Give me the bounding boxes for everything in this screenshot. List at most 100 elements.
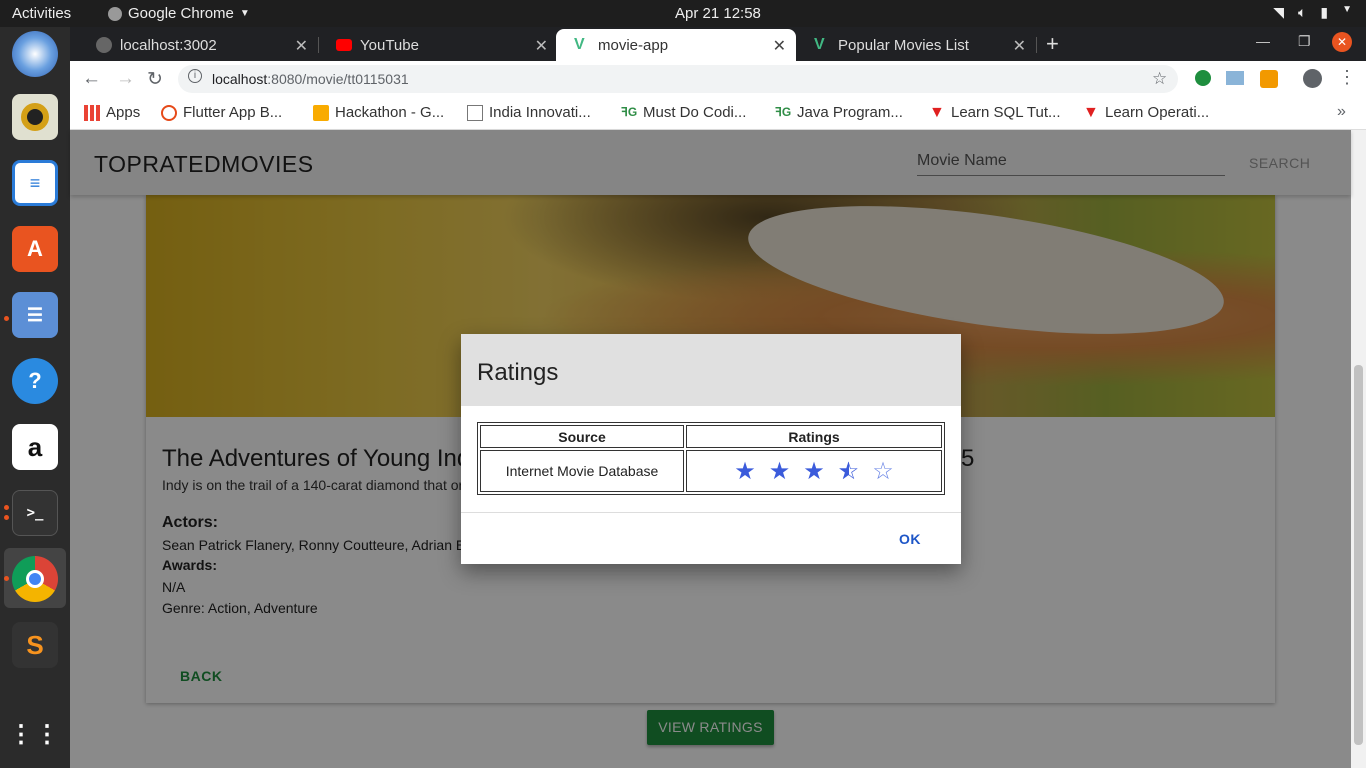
dialog-header: Ratings	[461, 334, 961, 406]
running-indicator	[4, 316, 9, 321]
tab-strip: localhost:3002 ✕ YouTube ✕ V movie-app ✕…	[70, 27, 1366, 61]
rhythmbox-icon[interactable]	[12, 94, 58, 140]
address-bar[interactable]: localhost:8080/movie/tt0115031	[178, 65, 1178, 93]
url-host: localhost	[212, 71, 268, 87]
extension-icon[interactable]	[1260, 70, 1278, 88]
tab-popular-movies[interactable]: V Popular Movies List ✕	[796, 29, 1036, 61]
star-rating[interactable]: ★ ★ ★ ★☆ ☆	[687, 457, 941, 486]
vue-icon: V	[574, 36, 585, 53]
window-close-button[interactable]: ✕	[1332, 32, 1352, 52]
minimize-button[interactable]: —	[1256, 33, 1270, 49]
dialog-title: Ratings	[477, 359, 559, 386]
star-empty-icon[interactable]: ☆	[872, 457, 894, 486]
bookmark-label: Apps	[106, 104, 141, 121]
page-content: TOPRATEDMOVIES SEARCH The Adventures of …	[70, 130, 1351, 768]
running-indicator	[4, 515, 9, 520]
bookmark-label: Learn SQL Tut...	[951, 104, 1061, 121]
column-header-ratings: Ratings	[686, 425, 942, 448]
tab-youtube[interactable]: YouTube ✕	[318, 29, 558, 61]
folder-icon	[313, 104, 329, 121]
help-icon[interactable]: ?	[12, 358, 58, 404]
caret-down-icon: ▼	[239, 8, 250, 19]
bookmark-item[interactable]: Hackathon - G...	[313, 104, 444, 121]
activities-button[interactable]: Activities	[12, 5, 71, 22]
bookmark-favicon-icon	[161, 104, 177, 121]
star-full-icon[interactable]: ★	[769, 457, 791, 486]
os-top-bar: Activities Google Chrome ▼ Apr 21 12:58 …	[0, 0, 1366, 27]
star-full-icon[interactable]: ★	[803, 457, 825, 486]
bookmark-star-icon[interactable]: ☆	[1152, 69, 1167, 89]
extension-icon[interactable]	[1226, 71, 1244, 85]
tab-label: YouTube	[360, 36, 419, 54]
tab-movie-app[interactable]: V movie-app ✕	[556, 29, 796, 61]
bookmark-label: Flutter App B...	[183, 104, 283, 121]
forward-arrow-icon[interactable]: →	[116, 68, 135, 90]
back-arrow-icon[interactable]: ←	[82, 68, 101, 90]
globe-icon	[96, 37, 112, 53]
star-half-icon[interactable]: ★☆	[838, 457, 860, 486]
reload-icon[interactable]: ↻	[147, 68, 163, 91]
tab-localhost-3002[interactable]: localhost:3002 ✕	[78, 29, 318, 61]
tab-label: localhost:3002	[120, 36, 217, 54]
tab-label: Popular Movies List	[838, 36, 969, 54]
bookmark-label: Hackathon - G...	[335, 104, 445, 121]
close-icon[interactable]: ✕	[295, 36, 308, 56]
bookmark-label: Java Program...	[797, 104, 903, 121]
bookmarks-bar: Apps Flutter App B... Hackathon - G... I…	[70, 97, 1366, 130]
bookmark-item[interactable]: ꟻG Must Do Codi...	[621, 104, 746, 121]
chrome-icon[interactable]	[12, 556, 58, 602]
running-indicator	[4, 505, 9, 510]
ok-button[interactable]: OK	[899, 531, 921, 547]
maximize-button[interactable]: ❐	[1298, 33, 1311, 50]
terminal-icon[interactable]: >_	[12, 490, 58, 536]
url-path: :8080/movie/tt0115031	[267, 71, 409, 87]
bookmark-label: Learn Operati...	[1105, 104, 1210, 121]
tab-separator	[1036, 37, 1037, 53]
clock[interactable]: Apr 21 12:58	[675, 5, 761, 22]
bookmark-item[interactable]: ▼ Learn Operati...	[1083, 104, 1209, 121]
software-center-icon[interactable]: A	[12, 226, 58, 272]
scrollbar-thumb[interactable]	[1354, 365, 1363, 745]
volume-icon: 🔈︎	[1297, 4, 1307, 20]
close-icon[interactable]: ✕	[773, 36, 786, 56]
battery-icon: ▮	[1320, 4, 1329, 20]
tutorial-icon: ▼	[929, 103, 945, 121]
dialog-divider	[461, 512, 961, 513]
chart-icon	[467, 104, 483, 121]
amazon-icon[interactable]: a	[12, 424, 58, 470]
bookmark-label: Must Do Codi...	[643, 104, 747, 121]
extension-icon[interactable]	[1195, 70, 1211, 86]
menu-kebab-icon[interactable]: ⋮	[1338, 67, 1356, 88]
table-header-row: Source Ratings	[480, 425, 942, 448]
bookmark-item[interactable]: India Innovati...	[467, 104, 591, 121]
running-indicator	[4, 576, 9, 581]
system-tray[interactable]: ◥ 🔈︎ ▮ ▼	[1273, 4, 1352, 21]
sublime-icon[interactable]: S	[12, 622, 58, 668]
info-icon[interactable]: i	[188, 69, 202, 83]
ratings-table: Source Ratings Internet Movie Database ★…	[477, 422, 945, 495]
show-apps-icon[interactable]: ⋮⋮	[9, 711, 59, 757]
files-icon[interactable]: ☰	[12, 292, 58, 338]
close-icon[interactable]: ✕	[1013, 36, 1026, 56]
caret-down-icon: ▼	[1342, 4, 1352, 15]
youtube-icon	[336, 39, 352, 51]
gfg-icon: ꟻG	[775, 104, 792, 119]
tab-label: movie-app	[598, 36, 669, 54]
bookmark-item[interactable]: ꟻG Java Program...	[775, 104, 903, 121]
ratings-dialog: Ratings Source Ratings Internet Movie Da…	[461, 334, 961, 564]
table-row: Internet Movie Database ★ ★ ★ ★☆ ☆	[480, 450, 942, 492]
thunderbird-icon[interactable]	[12, 31, 58, 77]
app-menu[interactable]: Google Chrome ▼	[108, 5, 250, 22]
bookmark-item[interactable]: ▼ Learn SQL Tut...	[929, 104, 1061, 121]
bookmark-item[interactable]: Flutter App B...	[161, 104, 282, 121]
more-bookmarks-icon[interactable]: »	[1337, 103, 1346, 121]
star-full-icon[interactable]: ★	[734, 457, 756, 486]
writer-icon[interactable]: ≡	[12, 160, 58, 206]
gfg-icon: ꟻG	[621, 104, 638, 119]
close-icon[interactable]: ✕	[535, 36, 548, 56]
bookmark-apps[interactable]: Apps	[84, 104, 140, 121]
apps-grid-icon	[84, 104, 100, 121]
new-tab-button[interactable]: +	[1046, 31, 1059, 57]
rating-stars-cell: ★ ★ ★ ★☆ ☆	[686, 450, 942, 492]
profile-icon[interactable]	[1303, 69, 1322, 88]
